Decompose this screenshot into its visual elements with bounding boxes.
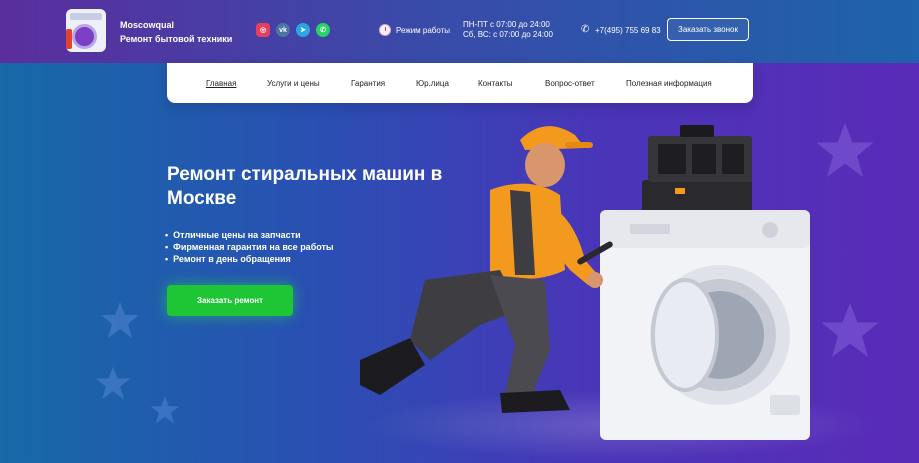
site-header: Moscowqual Ремонт бытовой техники ◎ vk ➤… (0, 0, 919, 63)
nav-item-legal[interactable]: Юр.лица (416, 79, 449, 88)
washing-machine-icon (72, 24, 97, 49)
vk-icon[interactable]: vk (276, 23, 290, 37)
star-decoration (101, 302, 139, 338)
nav-item-services[interactable]: Услуги и цены (267, 79, 320, 88)
logo-accent (66, 29, 72, 49)
main-nav: Главная Услуги и цены Гарантия Юр.лица К… (167, 63, 753, 103)
feature-item: Фирменная гарантия на все работы (165, 241, 333, 253)
nav-item-info[interactable]: Полезная информация (626, 79, 712, 88)
logo-panel (70, 13, 102, 20)
hours-weekend: Сб, ВС: с 07:00 до 24:00 (463, 30, 553, 39)
feature-item: Отличные цены на запчасти (165, 229, 334, 241)
working-hours: ПН-ПТ с 07:00 до 24:00 Сб, ВС: с 07:00 д… (463, 20, 553, 40)
callback-button[interactable]: Заказать звонок (667, 18, 749, 41)
feature-item: Ремонт в день обращения (165, 253, 334, 265)
brand-tagline: Ремонт бытовой техники (120, 34, 233, 44)
hours-label: Режим работы (396, 26, 451, 35)
telegram-icon[interactable]: ➤ (296, 23, 310, 37)
feature-list: Отличные цены на запчасти Фирменная гара… (165, 229, 334, 265)
repairman-figure (360, 126, 613, 413)
instagram-icon[interactable]: ◎ (256, 23, 270, 37)
nav-item-faq[interactable]: Вопрос-ответ (545, 79, 595, 88)
repairman-illustration (360, 125, 810, 440)
nav-item-home[interactable]: Главная (206, 79, 236, 88)
toolbox-icon (642, 125, 752, 216)
star-decoration (150, 396, 180, 424)
washing-machine-icon (600, 210, 810, 440)
phone-icon: ✆ (581, 24, 590, 35)
nav-item-contacts[interactable]: Контакты (478, 79, 513, 88)
order-repair-button[interactable]: Заказать ремонт (167, 285, 293, 316)
logo[interactable] (66, 9, 106, 52)
star-decoration (95, 366, 131, 400)
phone-number[interactable]: +7(495) 755 69 83 (595, 26, 661, 35)
social-links: ◎ vk ➤ ✆ (256, 23, 330, 37)
nav-item-warranty[interactable]: Гарантия (351, 79, 385, 88)
whatsapp-icon[interactable]: ✆ (316, 23, 330, 37)
hours-weekdays: ПН-ПТ с 07:00 до 24:00 (463, 20, 550, 29)
clock-icon (379, 24, 391, 36)
brand: Moscowqual Ремонт бытовой техники (120, 19, 232, 45)
brand-name: Moscowqual (120, 20, 175, 30)
